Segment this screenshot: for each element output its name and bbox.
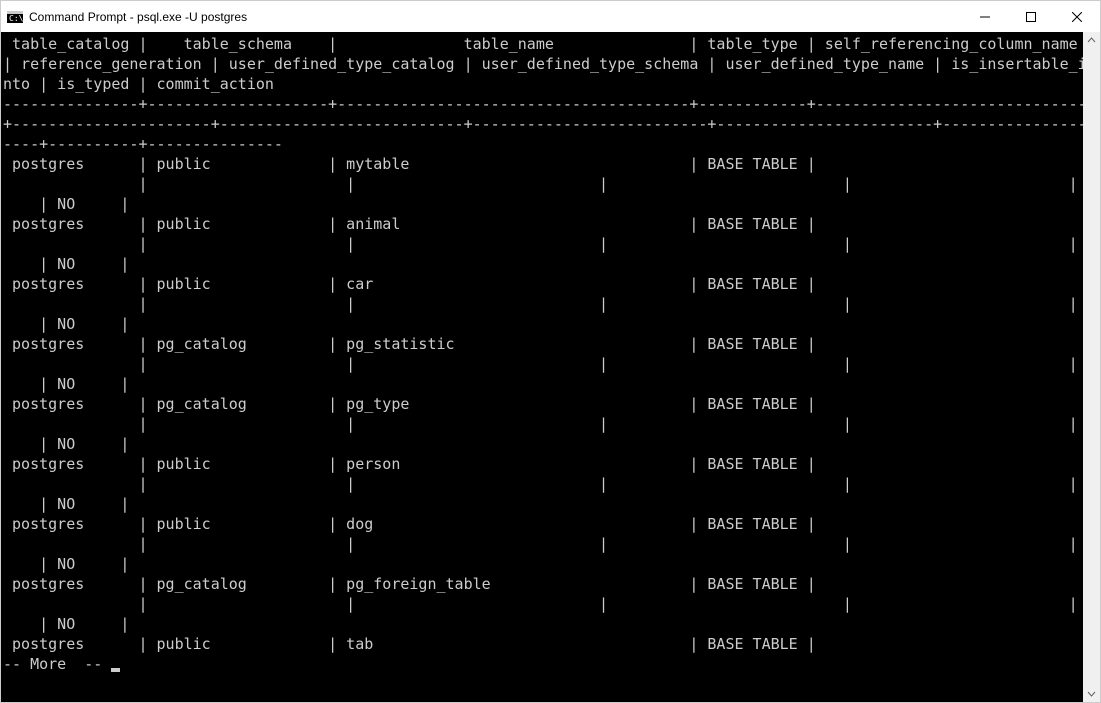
cursor xyxy=(111,668,120,672)
minimize-button[interactable] xyxy=(962,1,1008,32)
titlebar[interactable]: C:\ Command Prompt - psql.exe -U postgre… xyxy=(1,1,1100,32)
scroll-down-button[interactable] xyxy=(1083,685,1100,702)
app-icon: C:\ xyxy=(7,9,23,25)
maximize-button[interactable] xyxy=(1008,1,1054,32)
scrollbar[interactable] xyxy=(1083,32,1100,702)
terminal-output[interactable]: table_catalog | table_schema | table_nam… xyxy=(1,32,1083,702)
terminal-area: table_catalog | table_schema | table_nam… xyxy=(1,32,1100,702)
window-buttons xyxy=(962,1,1100,32)
command-prompt-window: C:\ Command Prompt - psql.exe -U postgre… xyxy=(0,0,1101,703)
scroll-track[interactable] xyxy=(1083,49,1100,685)
window-title: Command Prompt - psql.exe -U postgres xyxy=(29,10,962,24)
svg-text:C:\: C:\ xyxy=(9,14,23,23)
close-button[interactable] xyxy=(1054,1,1100,32)
scroll-up-button[interactable] xyxy=(1083,32,1100,49)
